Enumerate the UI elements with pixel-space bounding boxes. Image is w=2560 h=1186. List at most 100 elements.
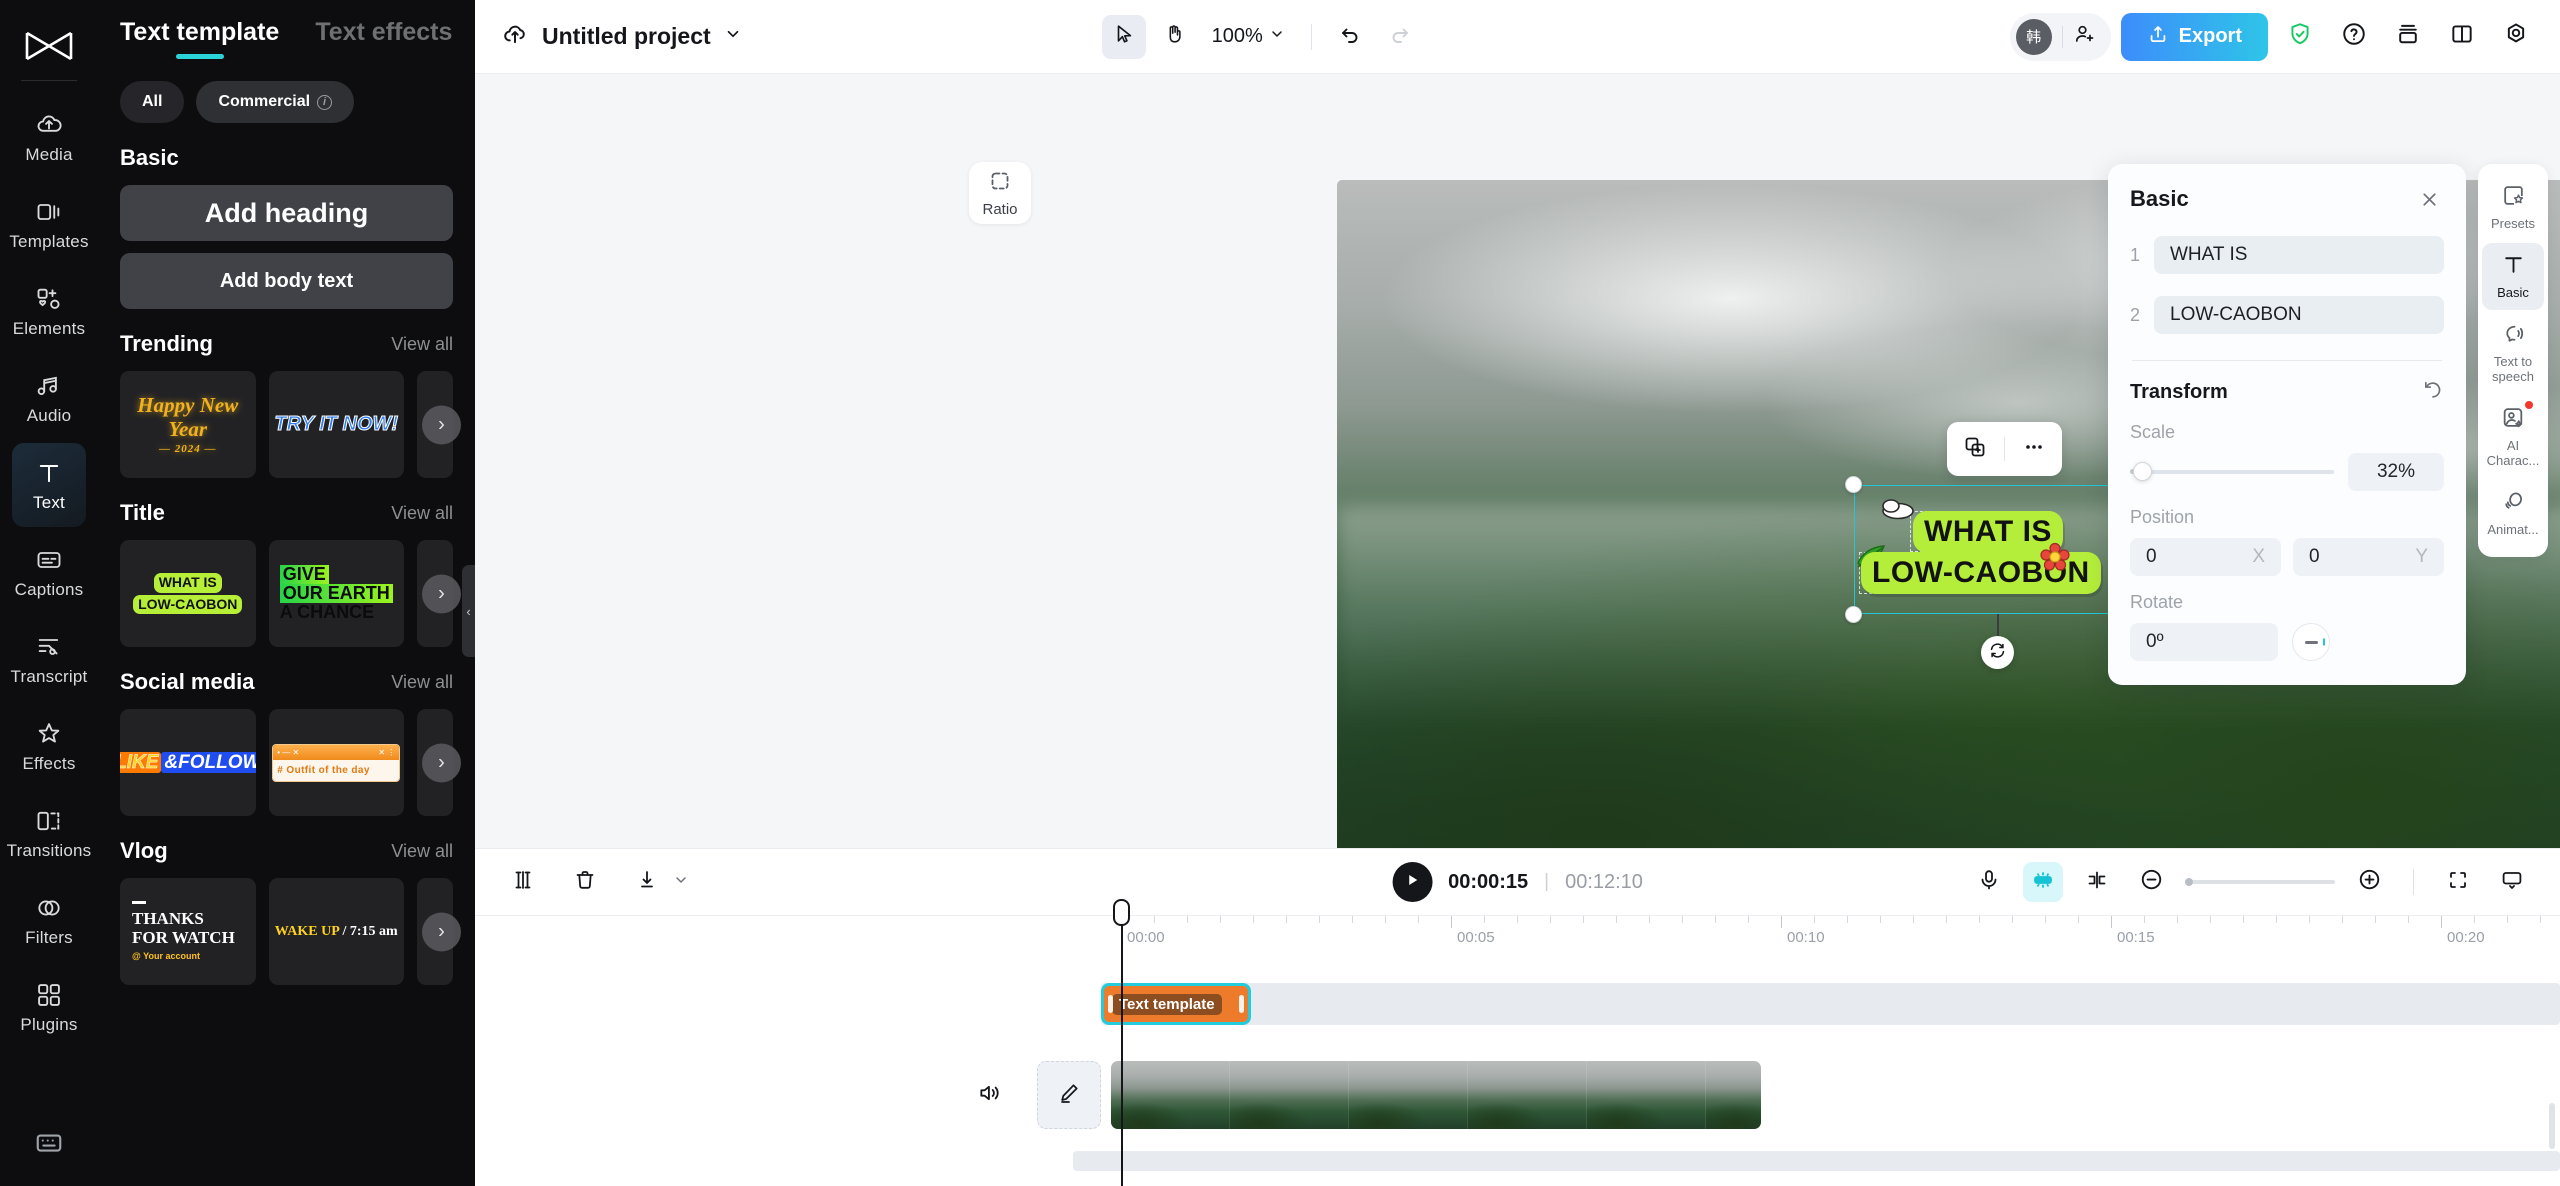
position-y-field[interactable]: 0 Y (2293, 538, 2444, 576)
zoom-level-selector[interactable]: 100% (1212, 25, 1285, 48)
right-rail-item-text-to-speech[interactable]: Text to speech (2482, 312, 2544, 394)
view-all-link[interactable]: View all (391, 841, 453, 862)
template-card-like-and-follow[interactable]: LIKE&FOLLOW (120, 709, 256, 816)
right-rail-item-ai-character[interactable]: AI Charac... (2482, 396, 2544, 478)
edit-cover-button[interactable] (1037, 1061, 1101, 1129)
position-x-field[interactable]: 0 X (2130, 538, 2281, 576)
sidebar-item-audio[interactable]: Audio (12, 356, 86, 440)
auto-enhance-button[interactable] (2023, 862, 2063, 902)
text-line-2-input[interactable] (2154, 296, 2444, 334)
template-card-wake-up[interactable]: WAKE UP / 7:15 am (268, 878, 404, 985)
clip-trim-handle-right[interactable] (1239, 995, 1244, 1013)
chevron-right-icon[interactable]: › (422, 574, 461, 613)
view-all-link[interactable]: View all (391, 503, 453, 524)
text-track-lane[interactable] (1101, 983, 2560, 1025)
view-all-link[interactable]: View all (391, 672, 453, 693)
chevron-down-icon[interactable] (673, 872, 689, 893)
duplicate-button[interactable] (1953, 427, 1997, 471)
download-button[interactable] (627, 862, 667, 902)
select-tool-button[interactable] (1101, 14, 1146, 59)
tab-text-effects[interactable]: Text effects (315, 18, 452, 59)
filter-chip-all[interactable]: All (120, 81, 185, 123)
timeline-scrollbar[interactable] (2549, 1103, 2555, 1149)
template-card-try-it-now[interactable]: TRY IT NOW! (268, 371, 404, 478)
reset-transform-button[interactable] (2422, 379, 2444, 406)
layout-button[interactable] (2440, 15, 2484, 59)
sidebar-item-text[interactable]: Text (12, 443, 86, 527)
scale-slider[interactable] (2130, 462, 2334, 481)
export-button[interactable]: Export (2120, 12, 2268, 61)
add-body-text-button[interactable]: Add body text (120, 253, 453, 309)
chevron-right-icon[interactable]: › (422, 405, 461, 444)
rotate-value-field[interactable]: 0º (2130, 623, 2278, 661)
shield-check-button[interactable] (2278, 15, 2322, 59)
sidebar-item-plugins[interactable]: Plugins (12, 965, 86, 1049)
empty-track-lane[interactable] (1073, 1151, 2560, 1171)
add-person-icon[interactable] (2073, 22, 2097, 51)
zoom-out-button[interactable] (2131, 862, 2171, 902)
project-menu[interactable]: Untitled project (501, 20, 742, 53)
more-options-button[interactable] (2012, 427, 2056, 471)
sidebar-item-captions[interactable]: Captions (12, 530, 86, 614)
undo-button[interactable] (1328, 15, 1372, 59)
screen-down-button[interactable] (2492, 862, 2532, 902)
clip-trim-handle-left[interactable] (1108, 995, 1113, 1013)
tab-text-template[interactable]: Text template (120, 18, 279, 59)
filter-chip-commercial[interactable]: Commercial i (196, 81, 355, 123)
account-group[interactable]: 韩 (2009, 12, 2111, 61)
hand-tool-button[interactable] (1152, 15, 1196, 59)
sidebar-item-transcript[interactable]: Transcript (11, 617, 87, 701)
rotate-dial-icon[interactable] (2292, 623, 2330, 661)
resize-handle-bottom-left[interactable] (1845, 606, 1862, 623)
scale-slider-knob[interactable] (2133, 462, 2152, 481)
playhead[interactable] (1113, 899, 1130, 1186)
capcut-logo-icon[interactable] (18, 22, 80, 70)
chevron-down-icon[interactable] (724, 25, 742, 48)
view-all-link[interactable]: View all (391, 334, 453, 355)
play-button[interactable] (1392, 862, 1433, 902)
zoom-in-button[interactable] (2349, 862, 2389, 902)
template-card-give-our-earth[interactable]: GIVE OUR EARTH A CHANCE (268, 540, 404, 647)
chevron-right-icon[interactable]: › (422, 743, 461, 782)
sidebar-item-filters[interactable]: Filters (12, 878, 86, 962)
selected-text-object[interactable]: WHAT IS LOW-CAOBON (1845, 476, 2139, 623)
panel-collapse-button[interactable]: ‹ (462, 565, 475, 657)
delete-button[interactable] (565, 862, 605, 902)
template-card-thanks-for-watch[interactable]: THANKS FOR WATCH @ Your account (120, 878, 256, 985)
archive-button[interactable] (2386, 15, 2430, 59)
record-voice-button[interactable] (1969, 862, 2009, 902)
right-rail-item-basic[interactable]: Basic (2482, 242, 2544, 310)
ratio-button[interactable]: Ratio (969, 162, 1031, 224)
sidebar-item-effects[interactable]: Effects (12, 704, 86, 788)
close-panel-button[interactable] (2414, 184, 2444, 214)
resize-handle-top-left[interactable] (1845, 476, 1862, 493)
template-card-happy-new-year[interactable]: Happy New Year — 2024 — (120, 371, 256, 478)
sidebar-item-templates[interactable]: Templates (9, 182, 88, 266)
timeline-zoom-slider[interactable] (2185, 878, 2335, 886)
template-card-outfit-of-the-day[interactable]: • — ✕ ✕ ⋮ # Outfit of the day (268, 709, 404, 816)
keyframe-split-button[interactable] (2077, 862, 2117, 902)
playhead-knob[interactable] (1113, 899, 1130, 926)
volume-button[interactable] (971, 1080, 1009, 1111)
help-button[interactable] (2332, 15, 2376, 59)
timeline-zoom-knob[interactable] (2185, 878, 2193, 886)
sidebar-item-media[interactable]: Media (12, 95, 86, 179)
chevron-right-icon[interactable]: › (422, 912, 461, 951)
rotate-handle[interactable] (1981, 636, 2014, 669)
sidebar-item-elements[interactable]: Elements (12, 269, 86, 353)
template-card-what-is-low-caobon[interactable]: WHAT IS LOW-CAOBON (120, 540, 256, 647)
video-clip[interactable] (1111, 1061, 1761, 1129)
split-button[interactable] (503, 862, 543, 902)
keyboard-shortcuts-button[interactable] (0, 1128, 98, 1158)
avatar[interactable]: 韩 (2015, 18, 2052, 55)
scale-value[interactable]: 32% (2348, 453, 2444, 491)
fit-screen-button[interactable] (2438, 862, 2478, 902)
settings-button[interactable] (2494, 15, 2538, 59)
text-template-clip[interactable]: Text template (1101, 983, 1251, 1025)
redo-button[interactable] (1378, 15, 1422, 59)
right-rail-item-presets[interactable]: Presets (2482, 174, 2544, 241)
sidebar-item-transitions[interactable]: Transitions (7, 791, 91, 875)
info-icon[interactable]: i (317, 94, 333, 110)
text-line-1-input[interactable] (2154, 236, 2444, 274)
add-heading-button[interactable]: Add heading (120, 185, 453, 241)
